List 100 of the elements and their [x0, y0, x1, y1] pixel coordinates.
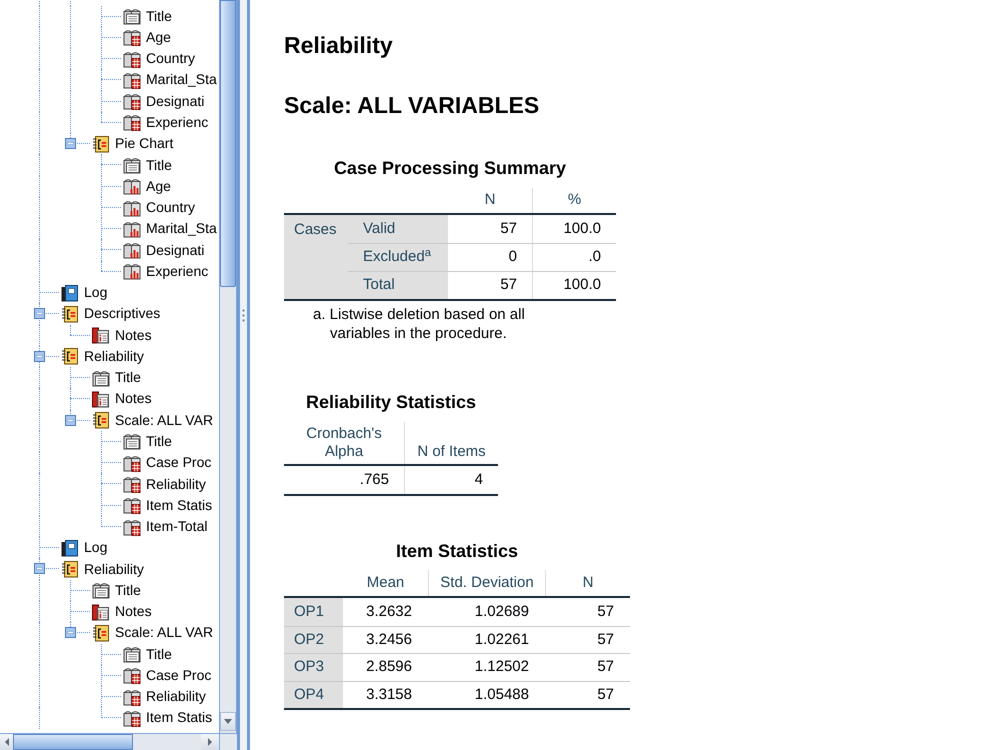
tree-item[interactable]: Title: [122, 644, 172, 665]
table-cell-text: 1.12502: [474, 657, 530, 677]
tree-item[interactable]: Descriptives: [60, 303, 160, 325]
notebook-icon: [60, 304, 80, 323]
row-header: Cases: [284, 215, 348, 299]
table-cell-text: 57: [596, 684, 615, 704]
table-cell: 100.0: [532, 272, 616, 299]
scroll-down-button[interactable]: [220, 712, 236, 731]
tree-item[interactable]: Title: [91, 367, 141, 388]
tree-item[interactable]: Designati: [122, 239, 204, 261]
tree-item[interactable]: Item Statis: [122, 707, 212, 729]
row-header: OP4: [284, 682, 343, 708]
collapse-icon[interactable]: [65, 414, 76, 426]
tree-item[interactable]: Title: [91, 580, 141, 601]
tree-item[interactable]: Notes: [91, 600, 152, 622]
column-header: Std. Deviation: [428, 570, 545, 596]
grip-icon: [242, 309, 245, 322]
row-header: Total: [348, 272, 448, 299]
collapse-icon[interactable]: [34, 350, 45, 362]
table-icon: [122, 50, 142, 68]
table-icon: [122, 454, 142, 472]
table-icon: [122, 708, 142, 727]
table-title: Case Processing Summary: [332, 157, 568, 180]
tree-item[interactable]: Experienc: [122, 260, 208, 282]
tree-item[interactable]: Title: [122, 6, 172, 27]
bar-chart-icon: [122, 241, 142, 260]
tree-item[interactable]: Notes: [91, 388, 152, 410]
row-header: OP1: [284, 598, 343, 626]
document-icon: [122, 156, 142, 174]
tree-item[interactable]: Case Proc: [122, 664, 212, 686]
tree-item[interactable]: Case Proc: [122, 452, 212, 474]
column-header: N: [545, 570, 630, 596]
tree-item[interactable]: Reliability: [122, 686, 206, 708]
bar-chart-icon: [122, 177, 142, 196]
horizontal-scrollbar[interactable]: [0, 733, 219, 750]
table-cell-text: 3.2456: [365, 630, 413, 650]
table-cell-text: 1.05488: [474, 684, 530, 704]
info-document-icon: [91, 326, 111, 344]
tree-item[interactable]: Item-Total: [122, 516, 208, 538]
info-document-icon: [91, 602, 111, 621]
tree-item[interactable]: Country: [122, 196, 196, 218]
caret-left-icon: [2, 737, 10, 747]
info-document-icon: [91, 390, 111, 408]
table-cell-text: 3.3158: [365, 684, 413, 704]
table-icon: [122, 475, 142, 493]
document-icon: [122, 7, 142, 26]
table-icon: [122, 518, 142, 536]
table-cell-text: 2.8596: [365, 657, 413, 677]
table-icon: [122, 92, 142, 110]
table-icon: [122, 70, 142, 89]
tree-item[interactable]: Title: [122, 430, 172, 452]
scroll-right-button[interactable]: [201, 734, 219, 750]
tree-item[interactable]: Reliability: [122, 473, 206, 495]
table-icon: [122, 666, 142, 684]
tree-item[interactable]: Country: [122, 48, 196, 70]
caret-down-icon: [223, 717, 233, 726]
table-cell: .0: [532, 244, 616, 271]
tree-item[interactable]: Marital_Sta: [122, 69, 217, 91]
table-cell: 4: [404, 466, 498, 494]
tree-item[interactable]: Age: [122, 26, 171, 48]
tree-item[interactable]: Reliability: [60, 346, 144, 368]
tree-item[interactable]: Designati: [122, 90, 204, 112]
notebook-icon: [91, 411, 111, 430]
vertical-scrollbar[interactable]: [219, 0, 237, 733]
table-cell-text: 0: [508, 247, 518, 268]
tree-item[interactable]: Scale: ALL VAR: [91, 410, 214, 431]
collapse-icon[interactable]: [34, 563, 45, 574]
table-icon: [122, 28, 142, 46]
tree-item[interactable]: Log: [60, 537, 108, 558]
scrollbar-thumb[interactable]: [220, 0, 236, 287]
document-icon: [91, 581, 111, 600]
tree-item[interactable]: Reliability: [60, 558, 144, 580]
tree-item[interactable]: Marital_Sta: [122, 218, 217, 240]
tree-item[interactable]: Log: [60, 282, 108, 304]
collapse-icon[interactable]: [65, 627, 76, 638]
table-icon: [122, 496, 142, 514]
column-header: N: [484, 190, 496, 210]
bar-chart-icon: [122, 220, 142, 238]
table-cell-text: .765: [358, 470, 390, 490]
tree-item[interactable]: Notes: [91, 324, 152, 346]
table-title: Item Statistics: [394, 540, 520, 563]
book-icon: [60, 538, 80, 557]
row-header: OP3: [284, 654, 343, 680]
collapse-icon[interactable]: [65, 138, 76, 150]
tree-item[interactable]: Experienc: [122, 112, 208, 134]
table-cell: 100.0: [532, 215, 616, 243]
column-header: Mean: [366, 572, 406, 593]
table-cell-text: 57: [596, 657, 615, 677]
scroll-left-button[interactable]: [0, 734, 13, 750]
tree-item[interactable]: Pie Chart: [91, 133, 174, 154]
tree-item[interactable]: Scale: ALL VAR: [91, 622, 214, 644]
document-icon: [122, 645, 142, 664]
bar-chart-icon: [122, 198, 142, 217]
scrollbar-thumb[interactable]: [13, 734, 133, 750]
tree-item[interactable]: Item Statis: [122, 494, 212, 516]
collapse-icon[interactable]: [34, 308, 45, 320]
tree-item[interactable]: Age: [122, 176, 171, 197]
document-icon: [122, 432, 142, 450]
splitter-handle[interactable]: [237, 0, 250, 750]
tree-item[interactable]: Title: [122, 154, 172, 176]
